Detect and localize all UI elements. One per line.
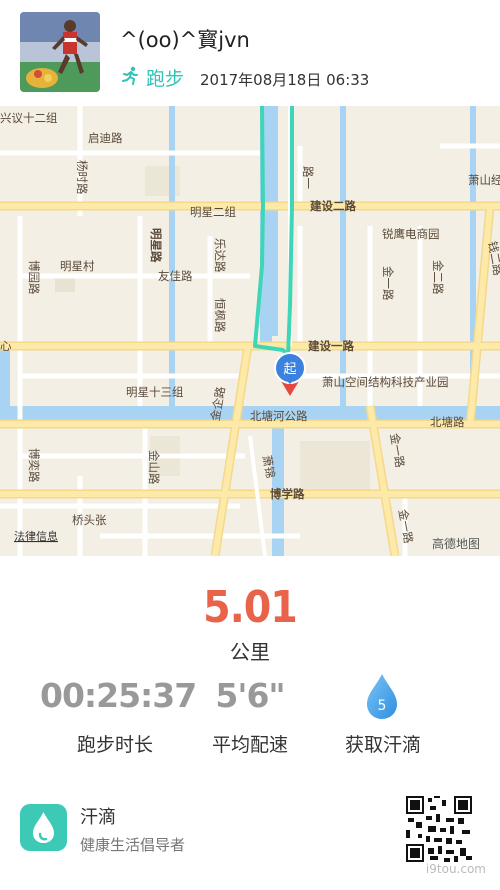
duration-label: 跑步时长 <box>76 734 153 756</box>
map-label-beitang-gong-road: 北塘河公路 <box>250 409 308 423</box>
route-map[interactable]: 兴议十二组 启迪路 杨时路 明星二组 建设二路 萧山经 锐鹰电商园 博园路 明星… <box>0 106 500 556</box>
map-label-yangshi-road: 杨时路 <box>75 160 89 195</box>
map-label-mingxing13: 明星十三组 <box>126 385 184 399</box>
map-label-xingyi: 兴议十二组 <box>0 111 58 125</box>
map-label-xin: 心 <box>0 339 12 353</box>
pace-label: 平均配速 <box>211 734 288 756</box>
username: ^(oo)^寳jvn <box>120 28 250 52</box>
map-label-youjia-road: 友佳路 <box>158 269 193 283</box>
map-label-jinshan-road: 金山路 <box>147 450 161 485</box>
distance-unit: 公里 <box>230 640 270 664</box>
map-label-space-park: 萧山空间结构科技产业园 <box>322 375 449 389</box>
map-label-leda-road: 乐达路 <box>213 238 227 273</box>
start-marker-label: 起 <box>283 362 296 377</box>
map-label-boyi-road: 博奕路 <box>27 448 41 483</box>
app-name: 汗滴 <box>80 807 116 828</box>
activity-datetime: 2017年08月18日 06:33 <box>200 71 370 89</box>
map-provider: 高德地图 <box>432 536 480 551</box>
pace-value: 5'6" <box>215 676 285 715</box>
map-label-boyuan-road: 博园路 <box>27 260 41 295</box>
map-label-ruiying: 锐鹰电商园 <box>382 227 440 241</box>
map-label-boxue-road: 博学路 <box>270 487 305 501</box>
map-label-jianshe2: 建设二路 <box>310 199 356 213</box>
drops-label: 获取汗滴 <box>344 734 421 756</box>
activity-type: 跑步 <box>146 68 185 90</box>
map-label-beitang-road: 北塘路 <box>430 415 465 429</box>
map-label-jianshe1: 建设一路 <box>308 339 354 353</box>
duration-value: 00:25:37 <box>40 676 197 715</box>
map-label-qidi-road: 启迪路 <box>88 131 123 145</box>
app-logo <box>20 804 67 851</box>
map-label-jinyi-road: 金一路 <box>381 266 395 301</box>
qr-code <box>406 796 472 862</box>
map-label-qiaotouzhang: 桥头张 <box>72 513 107 527</box>
map-label-mingxing-road: 明星路 <box>149 228 163 263</box>
legal-info-link[interactable]: 法律信息 <box>14 529 58 543</box>
map-label-hengfeng-road: 恒枫路 <box>213 298 227 333</box>
drops-count: 5 <box>378 698 387 714</box>
map-label-xiaoshan: 萧山经 <box>468 173 500 187</box>
map-label-lu-yi: 路一 <box>301 166 315 189</box>
map-label-mingxing2: 明星二组 <box>190 205 236 219</box>
water-drop-logo-icon <box>33 812 54 843</box>
avatar[interactable] <box>20 12 100 92</box>
watermark: i9tou.com <box>425 862 486 876</box>
sweat-drop-icon: 5 <box>367 674 397 719</box>
activity-header: ^(oo)^寳jvn 跑步 2017年08月18日 06:33 <box>0 0 500 106</box>
app-slogan: 健康生活倡导者 <box>80 836 186 854</box>
running-icon <box>122 66 138 85</box>
distance-value: 5.01 <box>203 582 298 633</box>
map-label-mingxing-village: 明星村 <box>60 259 95 273</box>
map-label-jiner-road: 金二路 <box>431 260 445 295</box>
